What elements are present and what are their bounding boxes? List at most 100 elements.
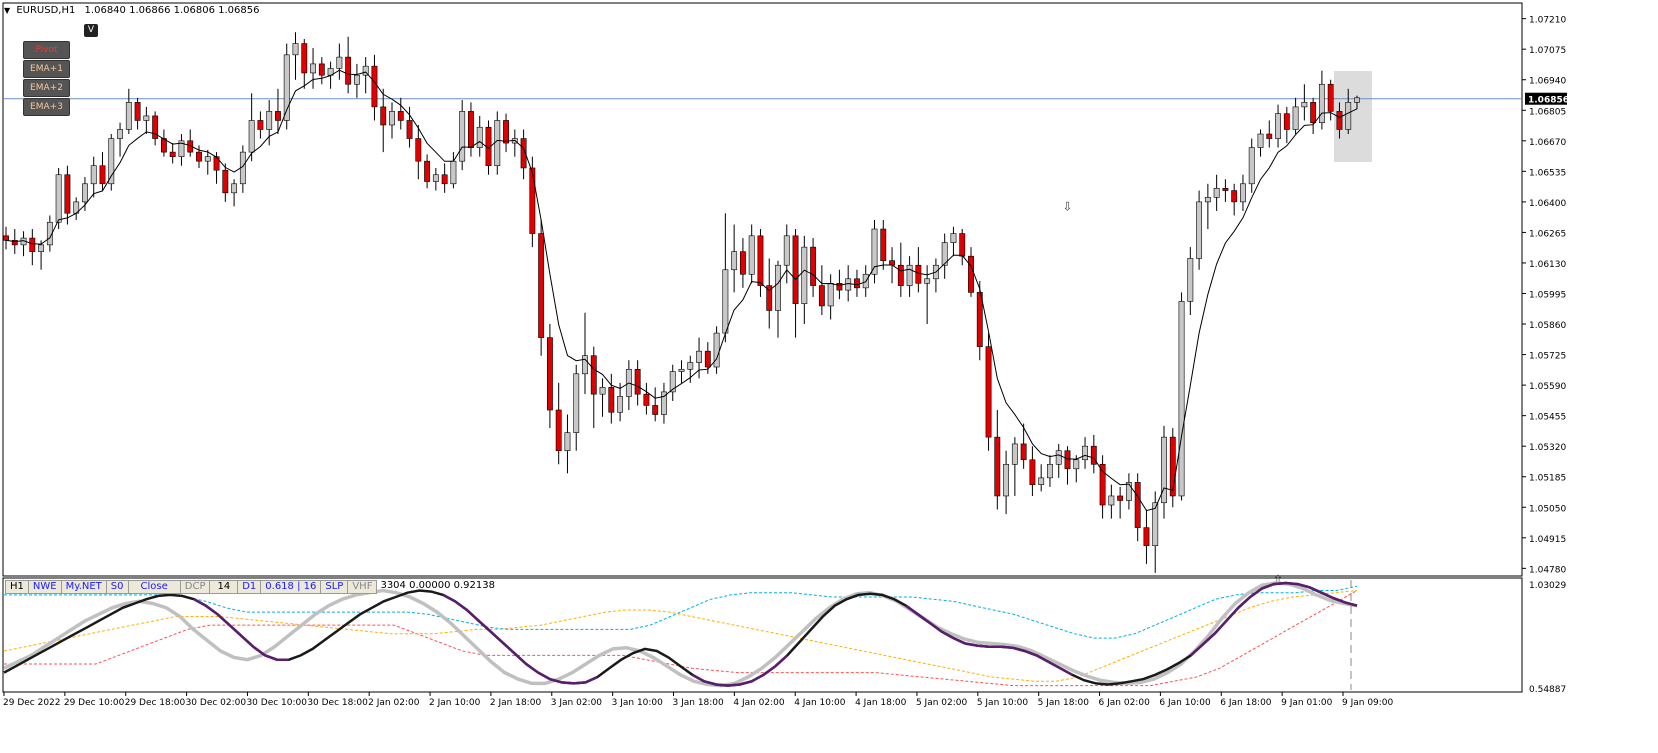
ind-dcp-button[interactable]: DCP xyxy=(179,580,211,594)
osc-purple-segment xyxy=(1189,581,1358,657)
price-tick-label: 1.04780 xyxy=(1529,565,1566,575)
ind-slp-button[interactable]: SLP xyxy=(320,580,349,594)
bear-candle-body xyxy=(1020,443,1027,461)
ind-mynet-button[interactable]: My.NET xyxy=(60,580,107,594)
candle xyxy=(713,326,720,374)
ema1-button[interactable]: EMA+1 xyxy=(23,60,70,78)
bear-candle-body xyxy=(739,251,746,275)
bull-candle-body xyxy=(389,111,395,126)
candle xyxy=(661,382,667,424)
candle xyxy=(669,364,676,401)
time-tick-label: 3 Jan 18:00 xyxy=(673,698,725,708)
bull-candle-body xyxy=(1354,97,1360,103)
candle xyxy=(582,312,588,395)
bull-candle-body xyxy=(336,56,343,69)
candle xyxy=(73,197,80,220)
ema2-button[interactable]: EMA+2 xyxy=(23,79,70,97)
candle xyxy=(371,54,378,121)
candle xyxy=(1283,106,1290,144)
candle xyxy=(538,219,545,356)
bull-candle-body xyxy=(231,183,238,194)
bull-candle-body xyxy=(1003,463,1010,497)
candle xyxy=(880,219,887,270)
candle xyxy=(792,229,799,338)
bull-candle-body xyxy=(775,264,781,311)
bull-candle-body xyxy=(573,373,580,433)
bear-candle-body xyxy=(1117,495,1124,501)
chart-canvas[interactable]: 1.07210 1.07075 1.06940 1.06805 1.06670 1.065… xyxy=(0,0,1658,753)
candle xyxy=(590,346,597,429)
ind-d1-button[interactable]: D1 xyxy=(237,580,262,594)
ind-h1-button[interactable]: H1 xyxy=(5,580,29,594)
candle xyxy=(766,258,773,329)
bull-candle-body xyxy=(1213,188,1220,198)
bear-candle-body xyxy=(529,167,536,234)
bull-candle-body xyxy=(599,387,606,395)
bull-candle-body xyxy=(353,74,360,85)
bull-candle-body xyxy=(950,233,957,243)
candle xyxy=(169,143,176,164)
time-tick-label: 4 Jan 18:00 xyxy=(855,698,907,708)
candle xyxy=(1310,97,1317,135)
bear-candle-body xyxy=(415,138,422,162)
bear-candle-body xyxy=(64,174,71,214)
ind-s0-button[interactable]: S0 xyxy=(105,580,129,594)
pivot-button[interactable]: Pivot xyxy=(23,41,70,59)
bear-candle-body xyxy=(1099,463,1106,506)
bull-candle-body xyxy=(845,278,852,291)
bear-candle-body xyxy=(371,65,378,108)
menu-triangle-icon[interactable]: ▼ xyxy=(4,6,10,15)
candle xyxy=(1055,443,1062,478)
bear-candle-body xyxy=(318,63,325,76)
ind-fib-button[interactable]: 0.618 | 16 xyxy=(260,580,322,594)
ema-polyline xyxy=(5,69,1358,512)
candle xyxy=(389,102,395,139)
ema3-button[interactable]: EMA+3 xyxy=(23,98,70,116)
candle xyxy=(801,235,808,325)
candle xyxy=(775,260,781,338)
bear-candle-body xyxy=(397,111,404,121)
bull-candle-body xyxy=(1178,301,1185,497)
bull-candle-body xyxy=(90,165,97,185)
price-tick-label: 1.05050 xyxy=(1529,504,1566,514)
bull-candle-body xyxy=(38,244,45,252)
candle xyxy=(125,88,132,135)
price-tick-label: 1.05995 xyxy=(1529,291,1566,301)
candle xyxy=(1161,425,1167,519)
bear-candle-body xyxy=(275,111,281,121)
bear-candle-body xyxy=(196,151,202,162)
candle xyxy=(564,414,571,474)
bear-candle-body xyxy=(880,228,887,261)
candle xyxy=(292,32,299,80)
bear-candle-body xyxy=(792,235,799,304)
candle xyxy=(38,240,45,270)
ind-nwe-button[interactable]: NWE xyxy=(27,580,62,594)
ind-close-button[interactable]: Close xyxy=(127,580,181,594)
candle xyxy=(318,57,325,85)
candle xyxy=(345,36,352,94)
candle xyxy=(248,93,255,162)
time-tick-label: 30 Dec 02:00 xyxy=(186,698,247,708)
bull-candle-body xyxy=(1011,443,1018,465)
ind-14-button[interactable]: 14 xyxy=(209,580,239,594)
candle xyxy=(529,156,536,248)
candle xyxy=(994,409,1001,510)
candle xyxy=(1047,455,1053,487)
bull-candle-body xyxy=(117,129,123,139)
candle xyxy=(959,229,966,266)
bull-candle-body xyxy=(204,156,211,162)
candle xyxy=(239,145,246,193)
candle xyxy=(336,43,343,80)
candle xyxy=(152,111,159,146)
bear-candle-body xyxy=(169,151,176,157)
bull-candle-body xyxy=(564,432,571,452)
bear-candle-body xyxy=(406,120,413,139)
v-button[interactable]: V xyxy=(84,24,98,37)
ema-line xyxy=(5,69,1358,512)
bull-candle-body xyxy=(713,332,720,368)
candle xyxy=(1134,473,1141,542)
bear-candle-body xyxy=(915,264,922,284)
ind-vhf-button[interactable]: VHF xyxy=(347,580,378,594)
price-tick-label: 1.06670 xyxy=(1529,138,1566,148)
bull-candle-body xyxy=(687,362,694,370)
